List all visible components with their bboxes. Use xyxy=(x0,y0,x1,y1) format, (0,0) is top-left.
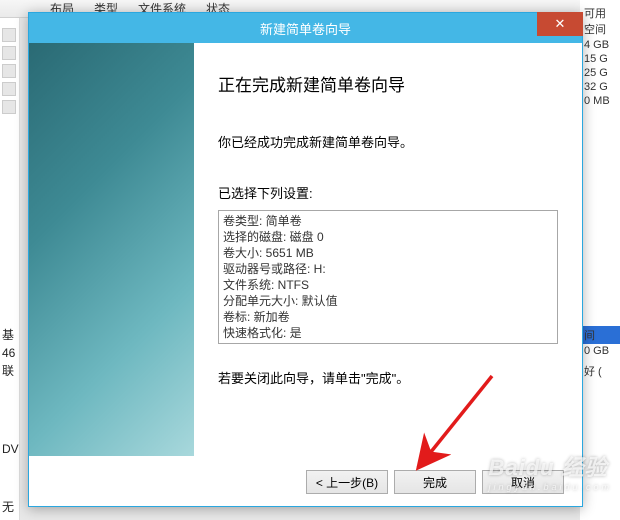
close-button[interactable]: ✕ xyxy=(537,12,583,36)
wizard-side-image xyxy=(29,43,194,456)
back-button[interactable]: < 上一步(B) xyxy=(306,470,388,494)
msg-close-hint: 若要关闭此向导，请单击"完成"。 xyxy=(218,368,558,387)
titlebar[interactable]: 新建简单卷向导 ✕ xyxy=(29,13,582,43)
bg-side-labels: 基 46 联 DV 无 xyxy=(2,326,19,516)
cancel-button[interactable]: 取消 xyxy=(482,470,564,494)
list-item[interactable]: 卷大小: 5651 MB xyxy=(223,245,553,261)
summary-listbox[interactable]: 卷类型: 简单卷 选择的磁盘: 磁盘 0 卷大小: 5651 MB 驱动器号或路… xyxy=(218,210,558,344)
list-item[interactable]: 选择的磁盘: 磁盘 0 xyxy=(223,229,553,245)
wizard-button-row: < 上一步(B) 完成 取消 xyxy=(306,470,564,494)
list-item[interactable]: 卷类型: 简单卷 xyxy=(223,213,553,229)
wizard-dialog: 新建简单卷向导 ✕ 正在完成新建简单卷向导 你已经成功完成新建简单卷向导。 已选… xyxy=(28,12,583,507)
list-item[interactable]: 卷标: 新加卷 xyxy=(223,309,553,325)
msg-selected-label: 已选择下列设置: xyxy=(218,183,558,202)
bg-right-strip: 可用空间 4 GB 15 G 25 G 32 G 0 MB 间 0 GB 好 ( xyxy=(580,0,620,520)
list-item[interactable]: 分配单元大小: 默认值 xyxy=(223,293,553,309)
finish-button[interactable]: 完成 xyxy=(394,470,476,494)
wizard-heading: 正在完成新建简单卷向导 xyxy=(218,71,558,96)
list-item[interactable]: 驱动器号或路径: H: xyxy=(223,261,553,277)
close-icon: ✕ xyxy=(555,16,566,32)
dialog-title: 新建简单卷向导 xyxy=(29,19,582,38)
list-item[interactable]: 快速格式化: 是 xyxy=(223,325,553,341)
wizard-content: 正在完成新建简单卷向导 你已经成功完成新建简单卷向导。 已选择下列设置: 卷类型… xyxy=(194,43,582,456)
list-item[interactable]: 文件系统: NTFS xyxy=(223,277,553,293)
msg-success: 你已经成功完成新建简单卷向导。 xyxy=(218,132,558,151)
